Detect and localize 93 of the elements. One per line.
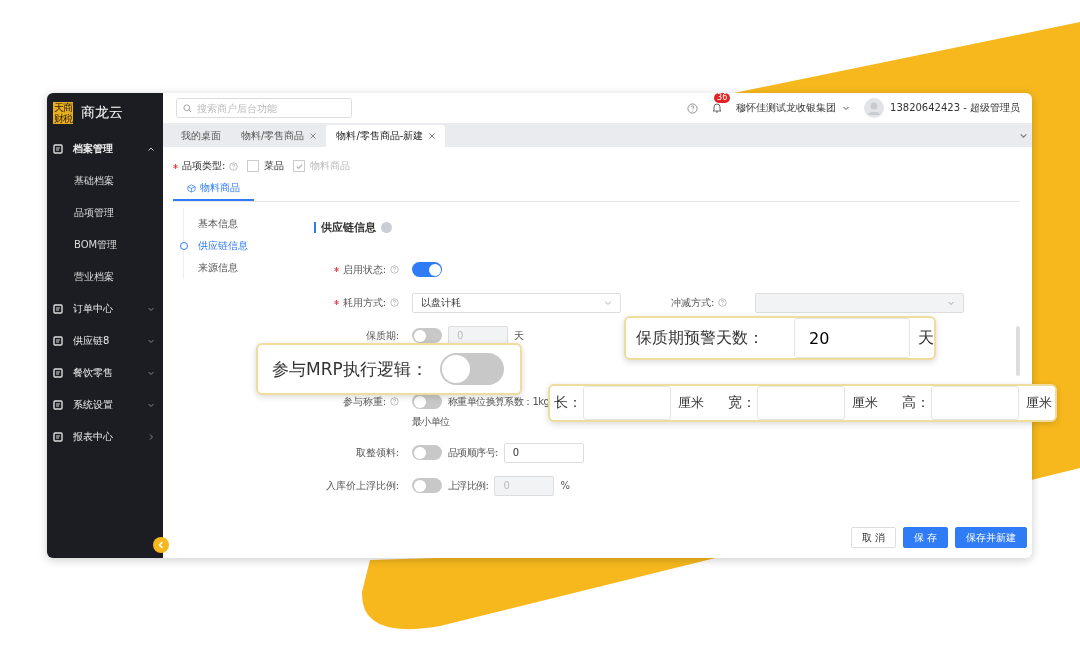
field-label: 参与称重:: [342, 394, 386, 409]
unit-label: 厘米: [678, 394, 704, 412]
menu-icon: [53, 432, 63, 442]
help-icon: [390, 298, 399, 307]
help-icon: [390, 397, 399, 406]
close-icon[interactable]: [429, 133, 436, 139]
action-button[interactable]: 保存并新建: [955, 527, 1027, 548]
checkbox[interactable]: 菜品: [247, 159, 285, 173]
field-text: 上浮比例:: [448, 478, 489, 493]
chevron-icon: [147, 337, 155, 345]
sidebar-item[interactable]: 系统设置: [47, 389, 163, 421]
sidebar-item[interactable]: 餐饮零售: [47, 357, 163, 389]
collapse-icon[interactable]: [153, 537, 169, 553]
app-name: 商龙云: [81, 104, 123, 122]
toggle-switch[interactable]: [412, 262, 442, 277]
info-icon: [381, 221, 392, 233]
logo: 天商 财税: [53, 102, 73, 124]
chevron-icon[interactable]: [1019, 131, 1028, 140]
sidebar-subitem[interactable]: 品项管理: [47, 197, 163, 229]
field-label: 保质期:: [365, 328, 399, 343]
chevron-icon: [147, 305, 155, 313]
input-field[interactable]: [583, 386, 671, 420]
field-label: 耗用方式:: [342, 295, 386, 310]
required-icon: [333, 300, 339, 305]
unit-label: 厘米: [852, 394, 878, 412]
step-link[interactable]: 基本信息: [180, 213, 309, 235]
sidebar-item[interactable]: 订单中心: [47, 293, 163, 325]
toggle-switch[interactable]: [439, 353, 504, 385]
sidebar-item[interactable]: 报表中心: [47, 421, 163, 453]
sidebar-subitem[interactable]: 基础档案: [47, 165, 163, 197]
unit-label: 天: [918, 327, 934, 349]
close-icon[interactable]: [310, 133, 317, 139]
callout-label: 保质期预警天数：: [636, 327, 764, 349]
section-title: 供应链信息: [321, 219, 376, 235]
chevron-icon: [147, 433, 155, 441]
help-icon: [390, 265, 399, 274]
field-label: 品项类型:: [182, 159, 226, 173]
dimension-label: 高：: [902, 394, 931, 412]
chevron-icon: [147, 401, 155, 409]
field-label: 入库价上浮比例:: [325, 478, 399, 493]
toggle-switch[interactable]: [412, 478, 442, 493]
select-field[interactable]: 以盘计耗: [412, 292, 621, 313]
help-icon: [229, 161, 239, 171]
check-icon: [294, 161, 304, 171]
cube-icon: [187, 183, 196, 193]
field-label: 启用状态:: [342, 262, 386, 277]
chevron-icon: [147, 145, 155, 153]
menu-icon: [53, 368, 63, 378]
scrollbar[interactable]: [1016, 326, 1020, 376]
unit-label: 厘米: [1026, 394, 1052, 412]
input-field[interactable]: 0: [503, 442, 584, 463]
callout-label: 参与MRP执行逻辑：: [272, 357, 428, 381]
field-text: 最小单位: [412, 415, 450, 429]
menu-icon: [53, 336, 63, 346]
dimension-label: 宽：: [728, 394, 757, 412]
content-tab[interactable]: 物料商品: [173, 177, 254, 201]
sidebar-item[interactable]: 供应链8: [47, 325, 163, 357]
input-field[interactable]: 20: [794, 318, 910, 358]
input-field[interactable]: [931, 386, 1019, 420]
field-text: %: [560, 480, 570, 491]
page-tab[interactable]: 物料/零售商品-新建: [326, 125, 446, 147]
field-label: 冲减方式:: [671, 295, 715, 310]
required-icon: [173, 163, 178, 169]
dimension-label: 长：: [554, 394, 583, 412]
notification-badge: 36: [714, 93, 731, 103]
page-tab[interactable]: 我的桌面: [171, 125, 231, 147]
sidebar-item[interactable]: 档案管理: [47, 133, 163, 165]
sidebar-subitem[interactable]: BOM管理: [47, 229, 163, 261]
user-name[interactable]: 13820642423 - 超级管理员: [890, 101, 1020, 115]
menu-icon: [53, 400, 63, 410]
page-tab[interactable]: 物料/零售商品: [231, 125, 327, 147]
search-icon: [183, 104, 192, 113]
input-field[interactable]: [757, 386, 845, 420]
action-button[interactable]: 取 消: [850, 527, 896, 548]
org-switcher[interactable]: 穆怀佳测试龙收银集团: [736, 101, 837, 115]
help-icon: [718, 298, 728, 307]
action-button[interactable]: 保 存: [902, 527, 948, 548]
menu-icon: [53, 304, 63, 314]
toggle-switch[interactable]: [412, 328, 442, 343]
bell-icon[interactable]: [712, 101, 723, 113]
field-text: 天: [514, 328, 524, 343]
chevron-icon: [842, 104, 851, 112]
toggle-switch[interactable]: [412, 445, 442, 460]
avatar-icon[interactable]: [864, 98, 885, 118]
help-icon[interactable]: [687, 102, 699, 114]
step-link[interactable]: 供应链信息: [180, 235, 309, 257]
menu-icon: [53, 144, 63, 154]
field-text: 品项顺序号:: [448, 445, 498, 460]
sidebar-subitem[interactable]: 营业档案: [47, 261, 163, 293]
step-link[interactable]: 来源信息: [180, 257, 309, 279]
chevron-icon: [147, 369, 155, 377]
required-icon: [333, 267, 339, 272]
field-label: 取整领料:: [355, 445, 399, 460]
